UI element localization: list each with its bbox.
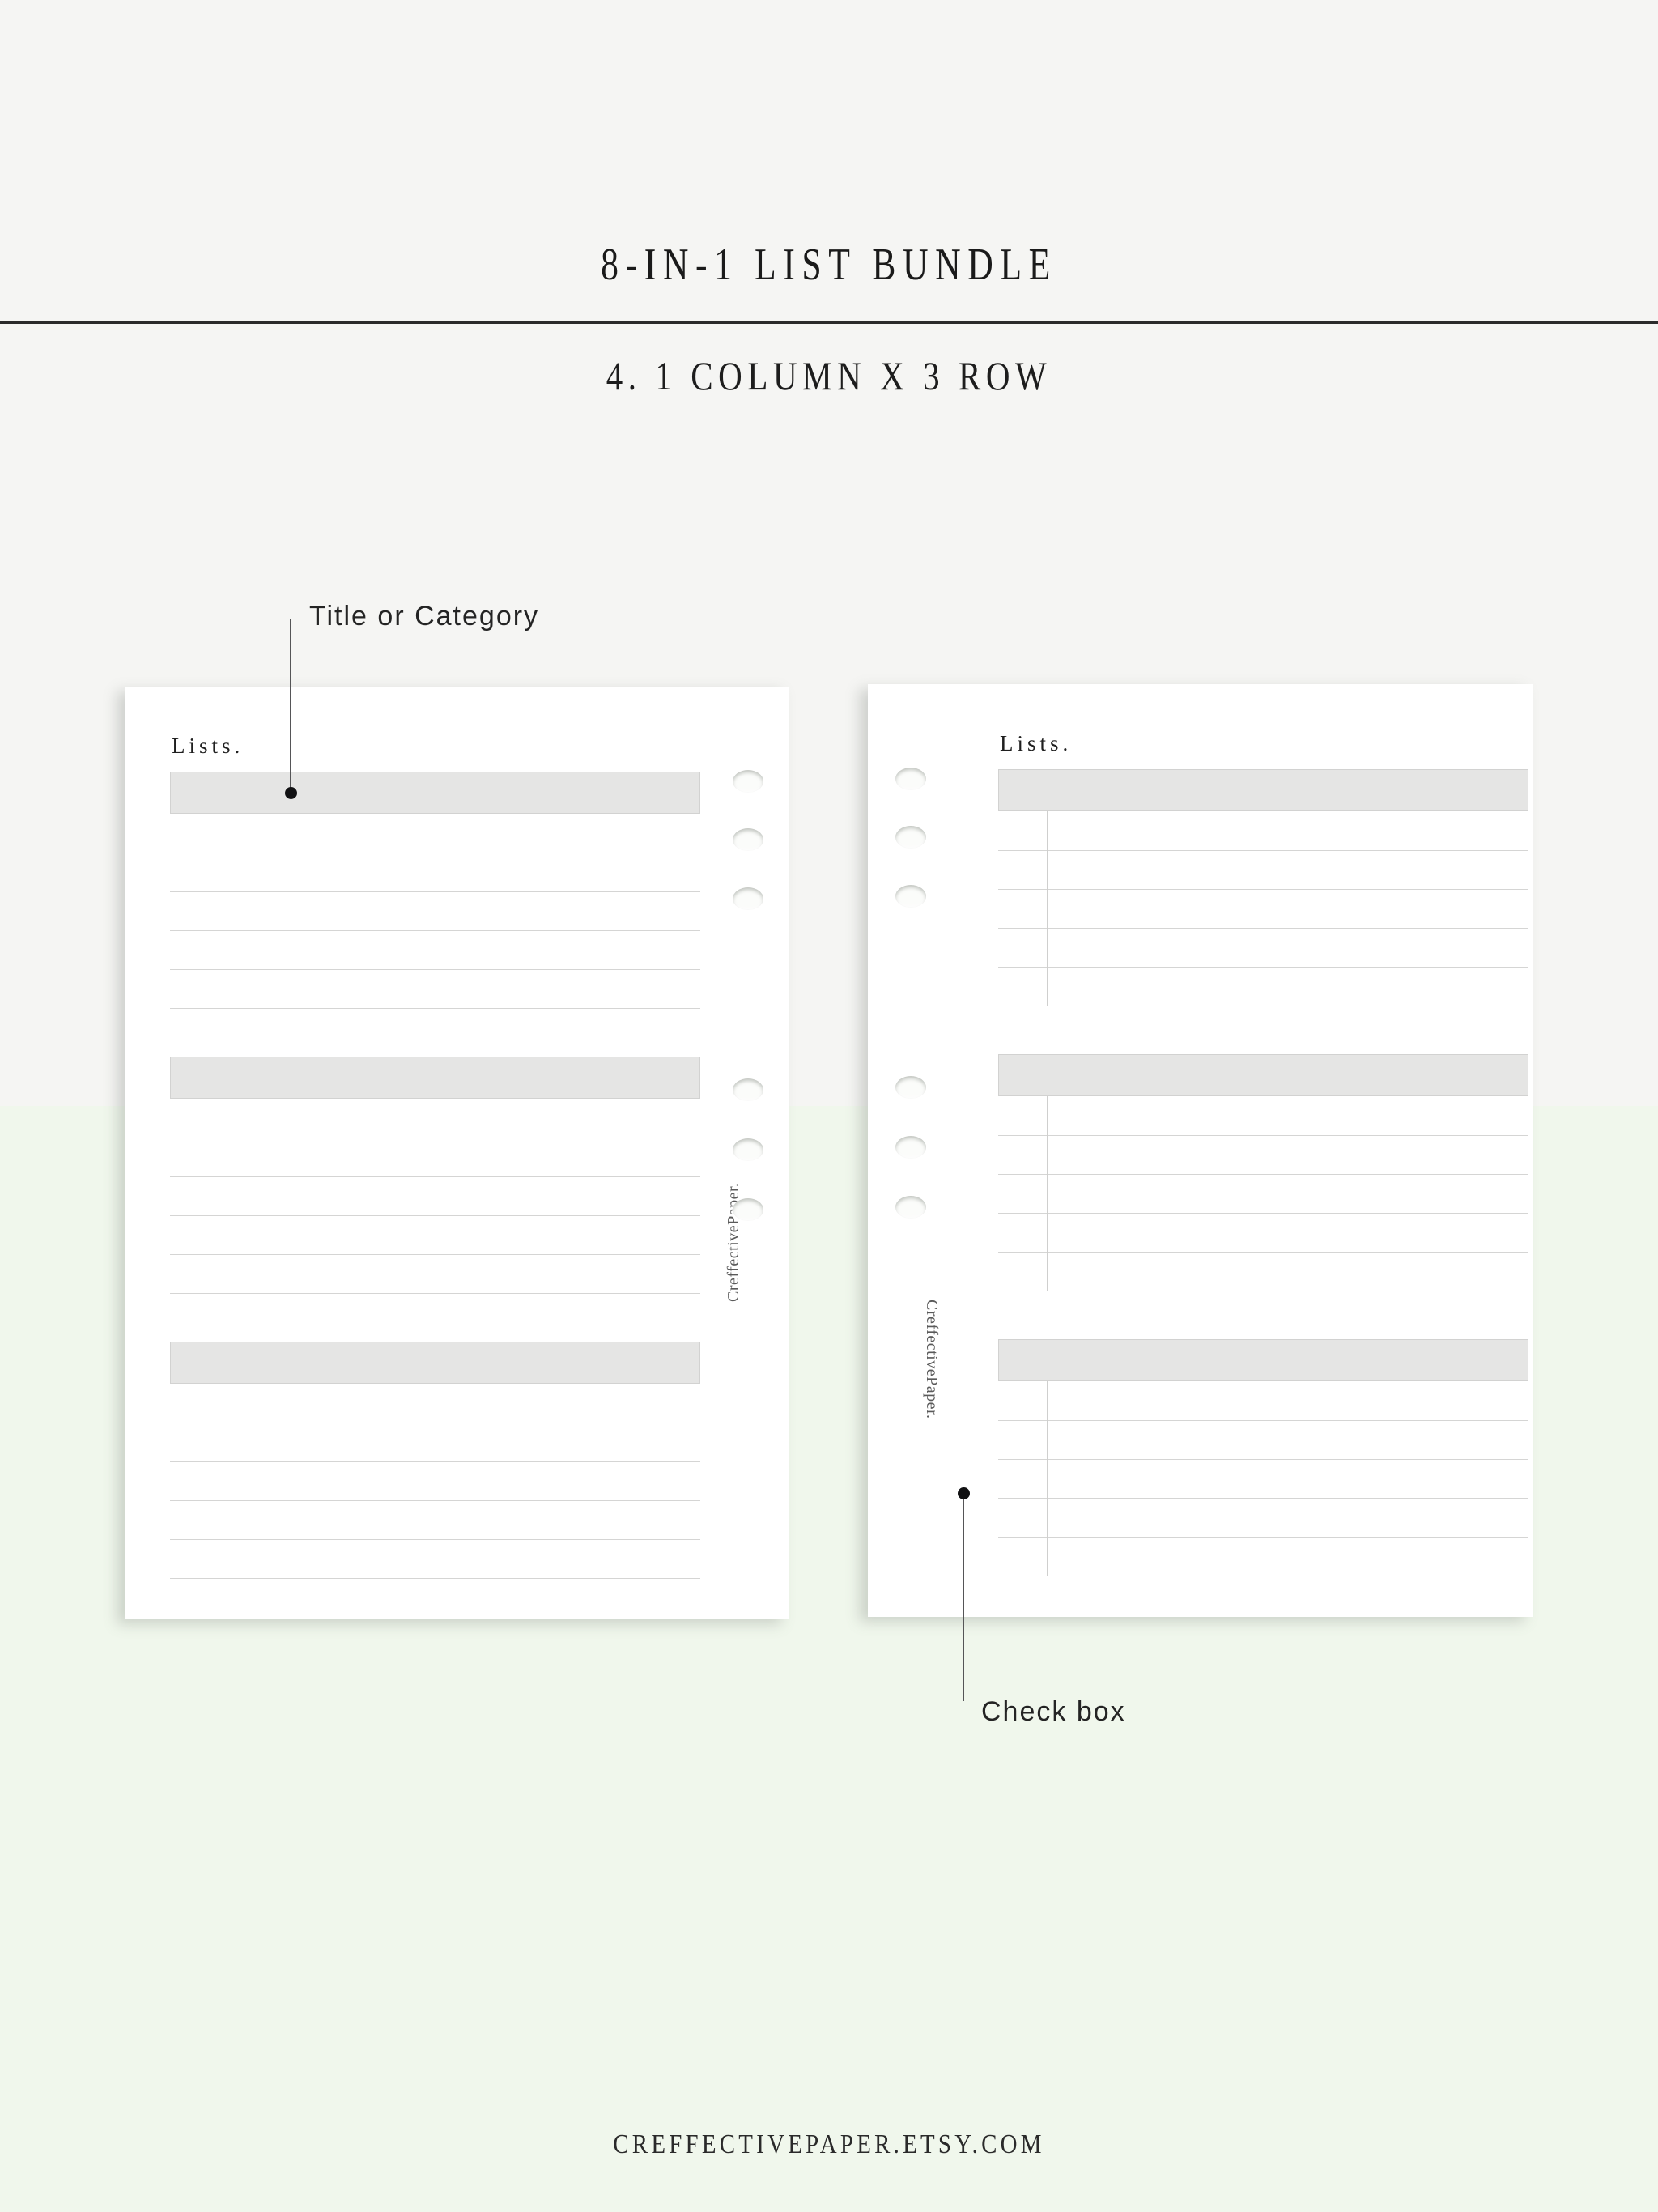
- list-row-rule[interactable]: [170, 1293, 700, 1294]
- section-rows: [998, 811, 1528, 1006]
- list-row-rule[interactable]: [170, 1539, 700, 1540]
- list-row-rule[interactable]: [170, 1176, 700, 1177]
- list-section: [170, 1342, 700, 1579]
- list-row-rule[interactable]: [170, 969, 700, 970]
- ring-hole: [895, 885, 926, 908]
- section-title-field[interactable]: [998, 769, 1528, 811]
- watermark-right: CreffectivePaper.: [923, 1300, 941, 1419]
- header-divider: [0, 321, 1658, 324]
- footer-shop-url: CREFFECTIVEPAPER.ETSY.COM: [613, 2129, 1045, 2159]
- list-row-rule[interactable]: [998, 889, 1528, 890]
- list-section: [170, 1057, 700, 1294]
- section-rows: [998, 1096, 1528, 1291]
- section-rows: [170, 1099, 700, 1294]
- ring-hole: [895, 1076, 926, 1099]
- section-rows: [998, 1381, 1528, 1576]
- callout-line-checkbox: [963, 1492, 964, 1701]
- list-section: [998, 1054, 1528, 1291]
- list-row-rule[interactable]: [170, 1008, 700, 1009]
- ring-hole: [733, 828, 763, 851]
- section-rows: [170, 814, 700, 1009]
- page-right-label: Lists.: [1000, 731, 1073, 755]
- list-row-rule[interactable]: [998, 1420, 1528, 1421]
- list-row-rule[interactable]: [998, 967, 1528, 968]
- section-title-field[interactable]: [998, 1339, 1528, 1381]
- callout-dot-checkbox: [958, 1487, 970, 1499]
- planner-page-right: Lists. CreffectivePaper.: [868, 684, 1533, 1617]
- list-row-rule[interactable]: [998, 1537, 1528, 1538]
- list-row-rule[interactable]: [998, 1213, 1528, 1214]
- list-row-rule[interactable]: [170, 1461, 700, 1462]
- checkbox-column-divider: [1047, 1381, 1048, 1576]
- ring-hole: [895, 1196, 926, 1219]
- list-row-rule[interactable]: [998, 1459, 1528, 1460]
- callout-line-title: [290, 619, 291, 794]
- section-title-field[interactable]: [170, 772, 700, 814]
- ring-hole: [733, 1198, 763, 1221]
- list-row-rule[interactable]: [998, 850, 1528, 851]
- list-row-rule[interactable]: [998, 1174, 1528, 1175]
- page-subtitle: 4. 1 COLUMN X 3 ROW: [606, 353, 1052, 398]
- list-row-rule[interactable]: [998, 1498, 1528, 1499]
- ring-hole: [733, 887, 763, 910]
- section-rows: [170, 1384, 700, 1579]
- list-section: [998, 769, 1528, 1006]
- callout-label-checkbox: Check box: [981, 1696, 1126, 1727]
- list-row-rule[interactable]: [170, 1254, 700, 1255]
- ring-hole: [733, 1138, 763, 1161]
- ring-hole: [895, 826, 926, 849]
- page-title: 8-IN-1 LIST BUNDLE: [601, 240, 1057, 290]
- ring-hole: [895, 768, 926, 790]
- list-section: [998, 1339, 1528, 1576]
- ring-hole: [733, 770, 763, 793]
- checkbox-column-divider: [1047, 811, 1048, 1006]
- list-row-rule[interactable]: [170, 1578, 700, 1579]
- list-section: [170, 772, 700, 1009]
- section-title-field[interactable]: [170, 1057, 700, 1099]
- list-row-rule[interactable]: [170, 1500, 700, 1501]
- section-title-field[interactable]: [170, 1342, 700, 1384]
- list-row-rule[interactable]: [998, 1252, 1528, 1253]
- list-row-rule[interactable]: [170, 891, 700, 892]
- page-left-label: Lists.: [172, 734, 244, 758]
- ring-hole: [895, 1136, 926, 1159]
- page-left-sheet: [170, 772, 700, 1589]
- callout-label-title: Title or Category: [309, 601, 540, 632]
- list-row-rule[interactable]: [998, 928, 1528, 929]
- list-row-rule[interactable]: [998, 1135, 1528, 1136]
- list-row-rule[interactable]: [170, 930, 700, 931]
- section-title-field[interactable]: [998, 1054, 1528, 1096]
- ring-hole: [733, 1078, 763, 1101]
- page-right-sheet: [998, 769, 1528, 1587]
- checkbox-column-divider: [1047, 1096, 1048, 1291]
- callout-dot-title: [285, 787, 297, 799]
- list-row-rule[interactable]: [170, 1215, 700, 1216]
- planner-page-left: Lists. CreffectivePaper.: [125, 687, 789, 1619]
